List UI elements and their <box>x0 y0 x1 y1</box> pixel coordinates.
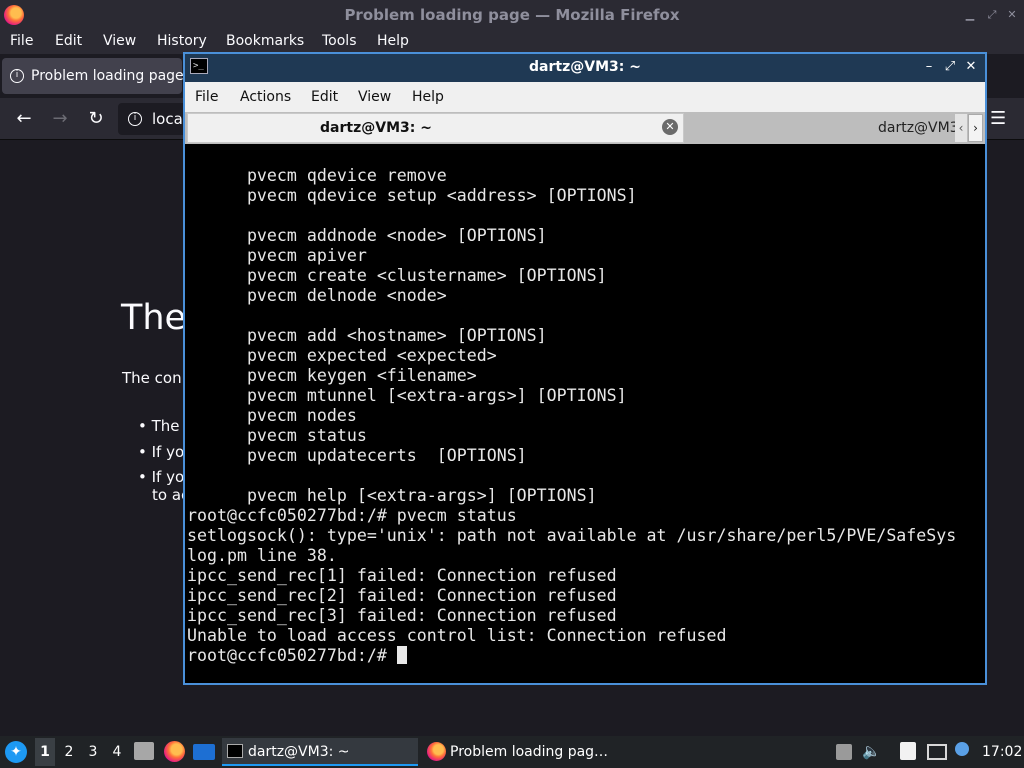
terminal-menu-help[interactable]: Help <box>412 89 444 105</box>
tab-close-icon[interactable]: ✕ <box>662 119 678 135</box>
error-description: The con <box>122 369 182 387</box>
firefox-launcher-icon[interactable] <box>164 741 185 762</box>
minimize-icon[interactable]: – <box>921 59 937 74</box>
maximize-icon[interactable]: ⤢ <box>985 8 999 22</box>
menu-help[interactable]: Help <box>377 33 409 49</box>
start-menu-icon[interactable]: ✦ <box>5 741 27 763</box>
firefox-tab-label: Problem loading page <box>31 68 184 84</box>
site-info-icon[interactable]: i <box>128 112 142 126</box>
terminal-tab-2[interactable]: dartz@VM3 <box>878 120 959 136</box>
terminal-line: pvecm updatecerts [OPTIONS] <box>187 446 527 465</box>
terminal-tab-label: dartz@VM3: ~ <box>320 120 432 136</box>
show-desktop-icon[interactable] <box>193 744 215 760</box>
terminal-menu-file[interactable]: File <box>195 89 218 105</box>
error-heading: The <box>121 298 187 338</box>
close-icon[interactable]: ✕ <box>1005 8 1019 22</box>
menu-bookmarks[interactable]: Bookmarks <box>226 33 304 49</box>
minimize-icon[interactable]: ▁ <box>963 8 977 22</box>
notes-icon[interactable] <box>900 742 916 760</box>
desktop-switch-2[interactable]: 2 <box>61 744 77 760</box>
terminal-line: pvecm qdevice remove <box>187 166 447 185</box>
terminal-line: root@ccfc050277bd:/# pvecm status <box>187 506 517 525</box>
menu-history[interactable]: History <box>157 33 207 49</box>
terminal-line: pvecm delnode <node> <box>187 286 447 305</box>
updates-icon[interactable] <box>955 742 969 756</box>
terminal-icon <box>227 744 243 758</box>
terminal-line: pvecm addnode <node> [OPTIONS] <box>187 226 547 245</box>
terminal-output: pvecm qdevice remove pvecm qdevice setup… <box>187 166 985 666</box>
firefox-window-title: Problem loading page — Mozilla Firefox <box>344 6 680 24</box>
terminal-line: pvecm status <box>187 426 367 445</box>
taskbar-task-label: dartz@VM3: ~ <box>248 744 350 760</box>
volume-icon[interactable]: 🔈 <box>862 742 881 760</box>
terminal-line: pvecm keygen <filename> <box>187 366 477 385</box>
terminal-line: ipcc_send_rec[2] failed: Connection refu… <box>187 586 617 605</box>
clock[interactable]: 17:02 <box>982 744 1022 760</box>
info-icon: i <box>10 69 24 83</box>
close-icon[interactable]: ✕ <box>963 59 979 74</box>
terminal-line: pvecm expected <expected> <box>187 346 497 365</box>
menu-tools[interactable]: Tools <box>322 33 357 49</box>
terminal-line: pvecm nodes <box>187 406 357 425</box>
terminal-line: pvecm qdevice setup <address> [OPTIONS] <box>187 186 637 205</box>
reload-icon[interactable]: ↻ <box>84 108 108 129</box>
terminal-line: ipcc_send_rec[3] failed: Connection refu… <box>187 606 617 625</box>
terminal-line: log.pm line 38. <box>187 546 337 565</box>
terminal-menu-edit[interactable]: Edit <box>311 89 338 105</box>
firefox-menubar <box>0 30 1024 54</box>
terminal-line: setlogsock(): type='unix': path not avai… <box>187 526 957 545</box>
terminal-prompt-line[interactable]: root@ccfc050277bd:/# <box>187 646 985 666</box>
error-bullet: • If yo <box>138 468 185 486</box>
terminal-line: Unable to load access control list: Conn… <box>187 626 727 645</box>
terminal-prompt: root@ccfc050277bd:/# <box>187 646 397 665</box>
terminal-window-title: dartz@VM3: ~ <box>529 59 641 75</box>
firefox-icon[interactable] <box>427 742 446 761</box>
menu-edit[interactable]: Edit <box>55 33 82 49</box>
url-text[interactable]: loca <box>152 110 183 128</box>
file-manager-icon[interactable] <box>134 742 154 760</box>
terminal-line: pvecm add <hostname> [OPTIONS] <box>187 326 547 345</box>
terminal-line: pvecm create <clustername> [OPTIONS] <box>187 266 607 285</box>
terminal-menu-view[interactable]: View <box>358 89 391 105</box>
desktop-switch-1[interactable]: 1 <box>35 738 55 766</box>
terminal-cursor <box>396 646 407 664</box>
forward-arrow-icon[interactable]: → <box>48 108 72 129</box>
error-bullet: • If yo <box>138 443 185 461</box>
menu-file[interactable]: File <box>10 33 33 49</box>
terminal-line: ipcc_send_rec[1] failed: Connection refu… <box>187 566 617 585</box>
tab-scroll-left-icon[interactable]: ‹ <box>955 114 967 142</box>
desktop-switch-4[interactable]: 4 <box>109 744 125 760</box>
terminal-menubar <box>185 82 985 112</box>
menu-view[interactable]: View <box>103 33 136 49</box>
desktop-switch-3[interactable]: 3 <box>85 744 101 760</box>
taskbar-task-label[interactable]: Problem loading pag… <box>450 744 608 760</box>
maximize-icon[interactable]: ⤢ <box>942 59 958 74</box>
tab-scroll-right-icon[interactable]: › <box>968 114 983 142</box>
terminal-menu-actions[interactable]: Actions <box>240 89 291 105</box>
terminal-line: pvecm mtunnel [<extra-args>] [OPTIONS] <box>187 386 627 405</box>
clipboard-icon[interactable] <box>836 744 852 760</box>
back-arrow-icon[interactable]: ← <box>12 108 36 129</box>
terminal-line: pvecm help [<extra-args>] [OPTIONS] <box>187 486 597 505</box>
hamburger-menu-icon[interactable]: ☰ <box>990 108 1006 129</box>
terminal-line: pvecm apiver <box>187 246 367 265</box>
network-icon[interactable] <box>927 744 947 760</box>
error-bullet: • The <box>138 417 180 435</box>
